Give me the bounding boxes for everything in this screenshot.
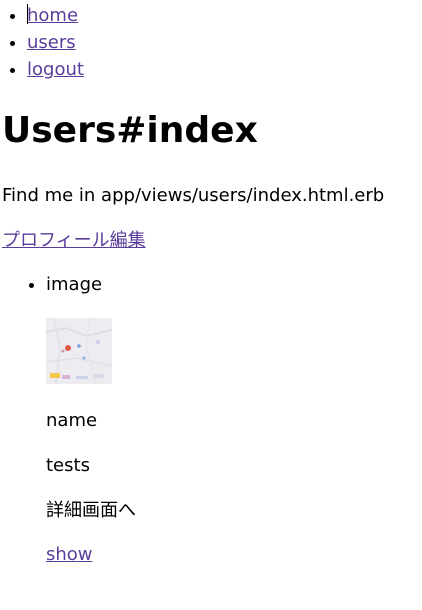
- map-thumbnail-icon: [46, 318, 112, 384]
- nav-item-logout: logout: [27, 56, 84, 83]
- user-list: image: [0, 271, 102, 299]
- user-avatar-image: [46, 318, 112, 384]
- user-detail-text: 詳細画面へ: [46, 500, 136, 521]
- home-link[interactable]: home: [27, 5, 78, 26]
- user-name-label: name: [46, 410, 98, 431]
- user-name-value: tests: [46, 455, 90, 476]
- nav-item-home: home: [27, 2, 84, 29]
- page-title: Users#index: [2, 110, 258, 151]
- text-caret: [27, 4, 28, 24]
- profile-edit-link[interactable]: プロフィール編集: [2, 227, 146, 255]
- users-link[interactable]: users: [27, 32, 76, 53]
- nav-item-users: users: [27, 29, 84, 56]
- nav-menu: home users logout: [0, 2, 84, 83]
- template-path-text: Find me in app/views/users/index.html.er…: [2, 185, 385, 206]
- logout-link[interactable]: logout: [27, 59, 84, 80]
- show-link[interactable]: show: [46, 541, 93, 569]
- user-image-label: image: [46, 271, 102, 299]
